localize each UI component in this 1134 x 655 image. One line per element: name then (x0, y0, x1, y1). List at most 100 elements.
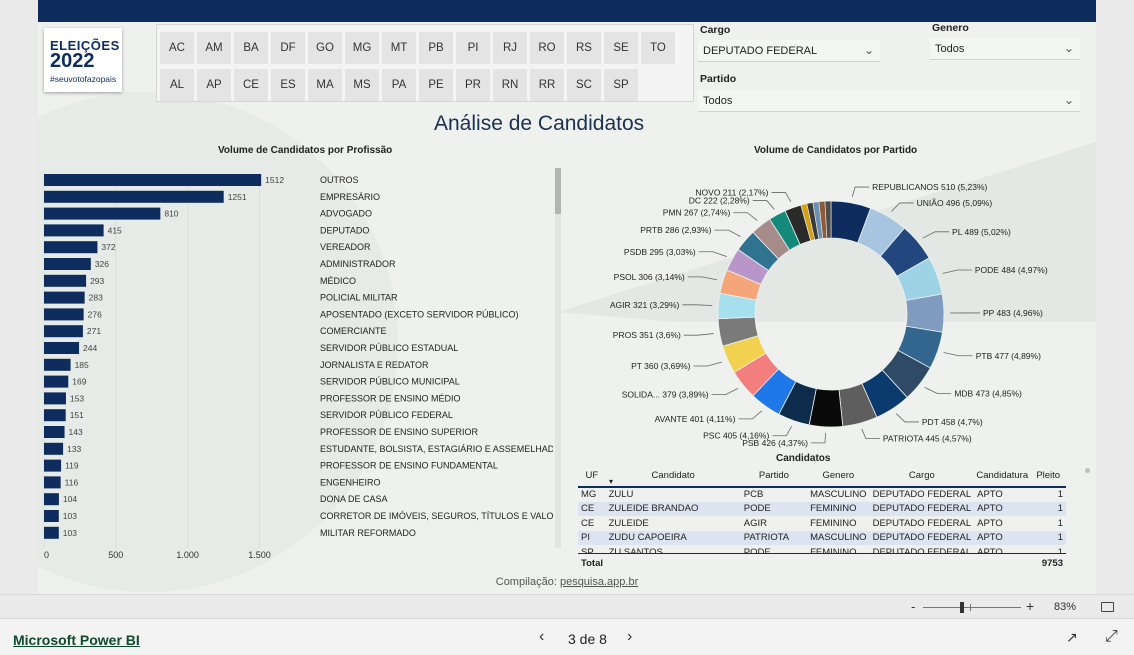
bar[interactable] (44, 258, 91, 270)
table-more-indicator[interactable] (1085, 468, 1090, 473)
zoom-in-button[interactable]: + (1026, 598, 1034, 614)
bar[interactable] (44, 308, 84, 321)
partido-label: Partido (700, 73, 737, 85)
uf-button-pe[interactable]: PE (419, 69, 453, 101)
uf-button-pa[interactable]: PA (382, 69, 416, 101)
uf-button-sp[interactable]: SP (604, 69, 638, 101)
bar[interactable] (44, 476, 61, 489)
chevron-down-icon: ⌄ (1063, 93, 1074, 107)
bar[interactable] (44, 493, 59, 506)
uf-button-ba[interactable]: BA (234, 32, 268, 64)
uf-button-ac[interactable]: AC (160, 32, 194, 64)
previous-page-icon[interactable]: ‹ (539, 628, 544, 646)
bar[interactable] (44, 174, 262, 186)
bar[interactable] (44, 510, 59, 522)
column-header-uf[interactable]: UF ▾ (578, 465, 613, 488)
source-link[interactable]: pesquisa.app.br (560, 576, 638, 588)
cargo-dropdown[interactable]: DEPUTADO FEDERAL ⌄ (698, 40, 880, 62)
table-row[interactable]: CE ZULEIDE AGIR FEMININO DEPUTADO FEDERAL APT… (578, 516, 1066, 531)
donut-slice-label: AVANTE 401 (4,11%) (655, 414, 736, 424)
partido-dropdown[interactable]: Todos ⌄ (698, 90, 1080, 112)
bar[interactable] (44, 342, 80, 354)
bar[interactable] (44, 207, 161, 220)
bar-value-label: 1251 (228, 192, 247, 202)
bar-value-label: 103 (63, 528, 77, 538)
share-icon[interactable]: ↗ (1066, 629, 1078, 646)
bar[interactable] (44, 375, 69, 388)
zoom-out-button[interactable]: - (911, 599, 915, 614)
bar[interactable] (44, 190, 224, 203)
uf-button-es[interactable]: ES (271, 69, 305, 101)
table-row[interactable]: PI ZUDU CAPOEIRA PATRIOTA MASCULINO DEPUTADO… (578, 530, 1066, 545)
donut-slice-label: PSC 405 (4,16%) (703, 431, 769, 441)
uf-button-pb[interactable]: PB (419, 32, 453, 64)
bar[interactable] (44, 291, 85, 304)
fullscreen-icon[interactable]: ⤢ (1105, 628, 1118, 646)
scrollbar-thumb[interactable] (555, 168, 561, 214)
footer-bar: Microsoft Power BI ‹ 3 de 8 › ↗ ⤢ (0, 618, 1134, 655)
uf-button-mt[interactable]: MT (382, 32, 416, 64)
uf-button-ro[interactable]: RO (530, 32, 564, 64)
column-header-partido[interactable]: Partido (740, 465, 808, 488)
donut-leader-line (698, 251, 727, 257)
genero-dropdown[interactable]: Todos ⌄ (930, 38, 1080, 60)
table-cell: APTO (974, 530, 1031, 545)
table-row[interactable]: MG ZULU PCB MASCULINO DEPUTADO FEDERAL APTO 1 (578, 487, 1066, 502)
uf-button-ma[interactable]: MA (308, 69, 342, 101)
table-cell: 1 (1030, 530, 1066, 545)
bar-value-label: 153 (70, 393, 84, 403)
column-header-candidato[interactable]: Candidato (605, 465, 741, 488)
uf-button-sc[interactable]: SC (567, 69, 601, 101)
donut-leader-line (714, 229, 741, 237)
bar-category-label: COMERCIANTE (320, 326, 387, 336)
table-header-row: UF ▾ Candidato Partido Genero Cargo Candidatur… (578, 465, 1066, 488)
bar-value-label: 116 (65, 477, 79, 487)
bar[interactable] (44, 442, 64, 455)
x-tick-label: 1.500 (248, 550, 271, 560)
uf-button-to[interactable]: TO (641, 32, 675, 64)
donut-slice-label: PT 360 (3,69%) (631, 361, 691, 371)
bar[interactable] (44, 325, 83, 338)
uf-button-pr[interactable]: PR (456, 69, 490, 101)
bar-chart-scrollbar[interactable] (555, 168, 561, 548)
uf-button-rr[interactable]: RR (530, 69, 564, 101)
uf-button-rs[interactable]: RS (567, 32, 601, 64)
table-row[interactable]: CE ZULEIDE BRANDAO PODE FEMININO DEPUTADO FE… (578, 501, 1066, 516)
uf-button-ce[interactable]: CE (234, 69, 268, 101)
uf-button-ms[interactable]: MS (345, 69, 379, 101)
donut-slice-label: UNIÃO 496 (5,09%) (917, 198, 993, 208)
column-header-pleito[interactable]: Pleito (1030, 465, 1066, 488)
bar[interactable] (44, 224, 104, 237)
bar[interactable] (44, 409, 66, 422)
zoom-slider-track[interactable] (923, 607, 1021, 608)
uf-button-mg[interactable]: MG (345, 32, 379, 64)
bar[interactable] (44, 459, 62, 472)
uf-button-se[interactable]: SE (604, 32, 638, 64)
table-cell: DEPUTADO FEDERAL (869, 530, 975, 545)
zoom-slider-knob[interactable] (960, 602, 965, 613)
bar[interactable] (44, 526, 59, 539)
donut-slice-pp[interactable] (905, 293, 945, 333)
uf-button-am[interactable]: AM (197, 32, 231, 64)
table-cell: DEPUTADO FEDERAL (872, 489, 972, 501)
uf-button-pi[interactable]: PI (456, 32, 490, 64)
column-header-candidatura[interactable]: Candidatura (974, 465, 1031, 488)
uf-button-ap[interactable]: AP (197, 69, 231, 101)
column-header-cargo[interactable]: Cargo (869, 465, 975, 488)
uf-button-al[interactable]: AL (160, 69, 194, 101)
uf-button-go[interactable]: GO (308, 32, 342, 64)
uf-button-df[interactable]: DF (271, 32, 305, 64)
genero-value: Todos (935, 43, 965, 55)
bar[interactable] (44, 358, 71, 371)
powerbi-brand-link[interactable]: Microsoft Power BI (13, 632, 140, 648)
bar[interactable] (44, 274, 87, 287)
column-header-genero[interactable]: Genero (807, 465, 870, 488)
bar[interactable] (44, 426, 65, 438)
bar[interactable] (44, 241, 98, 254)
bar-category-label: PROFESSOR DE ENSINO SUPERIOR (320, 427, 479, 437)
fit-to-page-icon[interactable] (1101, 602, 1114, 612)
uf-button-rj[interactable]: RJ (493, 32, 527, 64)
next-page-icon[interactable]: › (627, 628, 632, 646)
uf-button-rn[interactable]: RN (493, 69, 527, 101)
bar[interactable] (44, 392, 66, 405)
